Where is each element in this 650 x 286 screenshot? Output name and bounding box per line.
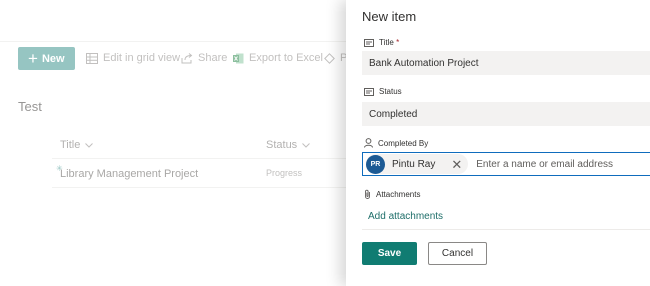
title-label-text: Title (379, 38, 394, 47)
title-input[interactable]: Bank Automation Project (362, 51, 650, 75)
add-attachments-link[interactable]: Add attachments (368, 211, 443, 222)
completed-by-label-text: Completed By (378, 138, 429, 148)
panel-title: New item (362, 9, 417, 24)
title-field-label: Title * (364, 38, 399, 47)
attachments-field-label: Attachments (364, 189, 420, 199)
panel-overlay[interactable] (0, 0, 346, 286)
status-input[interactable]: Completed (362, 102, 650, 126)
completed-by-field-label: Completed By (364, 138, 428, 148)
attachments-divider (362, 229, 650, 230)
person-icon (364, 138, 373, 148)
people-picker[interactable]: PR Pintu Ray ✕ (362, 152, 650, 176)
status-label-text: Status (379, 87, 402, 96)
close-icon[interactable]: ✕ (451, 158, 462, 171)
persona-chip[interactable]: PR Pintu Ray ✕ (366, 154, 469, 174)
people-search-input[interactable] (476, 158, 627, 170)
attachments-label-text: Attachments (376, 189, 421, 199)
persona-name: Pintu Ray (392, 158, 436, 170)
status-field-label: Status (364, 87, 402, 96)
required-marker: * (396, 38, 400, 47)
new-item-panel: New item Title * Bank Automation Project… (346, 0, 650, 286)
cancel-button[interactable]: Cancel (428, 242, 487, 265)
paperclip-icon (365, 189, 370, 199)
save-button[interactable]: Save (362, 242, 417, 265)
text-field-icon (364, 38, 374, 47)
avatar: PR (366, 154, 385, 174)
text-field-icon (364, 87, 374, 96)
